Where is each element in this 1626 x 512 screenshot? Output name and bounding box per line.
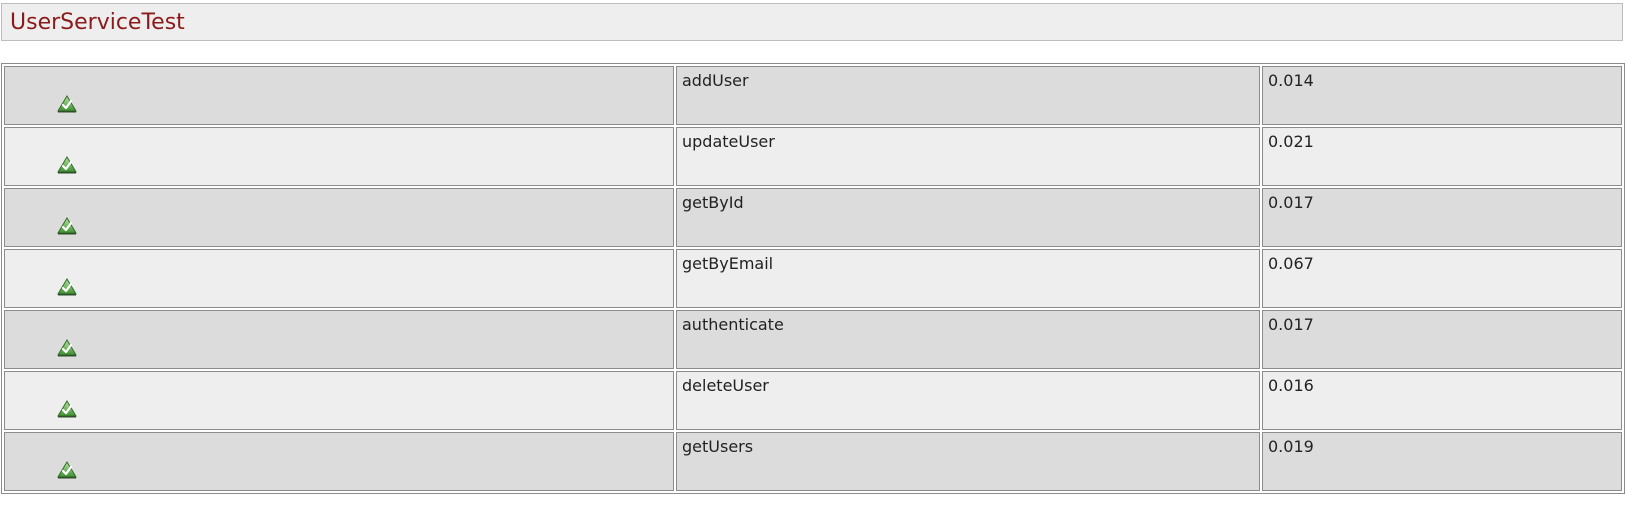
test-time: 0.017 [1268, 193, 1314, 212]
test-time: 0.016 [1268, 376, 1314, 395]
test-name: updateUser [682, 132, 775, 151]
test-status-cell [4, 127, 674, 186]
test-name-cell: deleteUser [676, 371, 1260, 430]
test-row: deleteUser 0.016 [4, 371, 1622, 430]
test-time-cell: 0.019 [1262, 432, 1622, 491]
pass-check-icon [57, 277, 77, 296]
test-status-cell [4, 249, 674, 308]
test-name-cell: authenticate [676, 310, 1260, 369]
test-time-cell: 0.017 [1262, 310, 1622, 369]
test-time-cell: 0.021 [1262, 127, 1622, 186]
pass-check-icon [57, 460, 77, 479]
pass-check-icon [57, 216, 77, 235]
test-time-cell: 0.016 [1262, 371, 1622, 430]
pass-check-icon [57, 155, 77, 174]
test-name-cell: getByEmail [676, 249, 1260, 308]
test-row: updateUser 0.021 [4, 127, 1622, 186]
suite-header: UserServiceTest [1, 3, 1623, 41]
test-time: 0.014 [1268, 71, 1314, 90]
test-time-cell: 0.017 [1262, 188, 1622, 247]
test-row: addUser 0.014 [4, 66, 1622, 125]
test-row: getById 0.017 [4, 188, 1622, 247]
test-time: 0.017 [1268, 315, 1314, 334]
test-name: authenticate [682, 315, 784, 334]
test-time: 0.019 [1268, 437, 1314, 456]
test-name-cell: updateUser [676, 127, 1260, 186]
test-name: deleteUser [682, 376, 769, 395]
test-name: getUsers [682, 437, 754, 456]
test-status-cell [4, 432, 674, 491]
test-name-cell: getById [676, 188, 1260, 247]
pass-check-icon [57, 399, 77, 418]
test-results-body: addUser 0.014 updateUser 0.021 getById 0.017 g… [4, 66, 1622, 491]
test-name: getById [682, 193, 744, 212]
test-status-cell [4, 66, 674, 125]
test-name-cell: getUsers [676, 432, 1260, 491]
pass-check-icon [57, 338, 77, 357]
test-time: 0.021 [1268, 132, 1314, 151]
test-name-cell: addUser [676, 66, 1260, 125]
test-row: getUsers 0.019 [4, 432, 1622, 491]
test-status-cell [4, 188, 674, 247]
test-time: 0.067 [1268, 254, 1314, 273]
suite-title: UserServiceTest [10, 10, 185, 35]
test-name: getByEmail [682, 254, 774, 273]
test-time-cell: 0.067 [1262, 249, 1622, 308]
pass-check-icon [57, 94, 77, 113]
test-row: authenticate 0.017 [4, 310, 1622, 369]
test-status-cell [4, 371, 674, 430]
test-row: getByEmail 0.067 [4, 249, 1622, 308]
test-status-cell [4, 310, 674, 369]
test-time-cell: 0.014 [1262, 66, 1622, 125]
test-name: addUser [682, 71, 749, 90]
test-results-table: addUser 0.014 updateUser 0.021 getById 0.017 g… [1, 63, 1625, 494]
